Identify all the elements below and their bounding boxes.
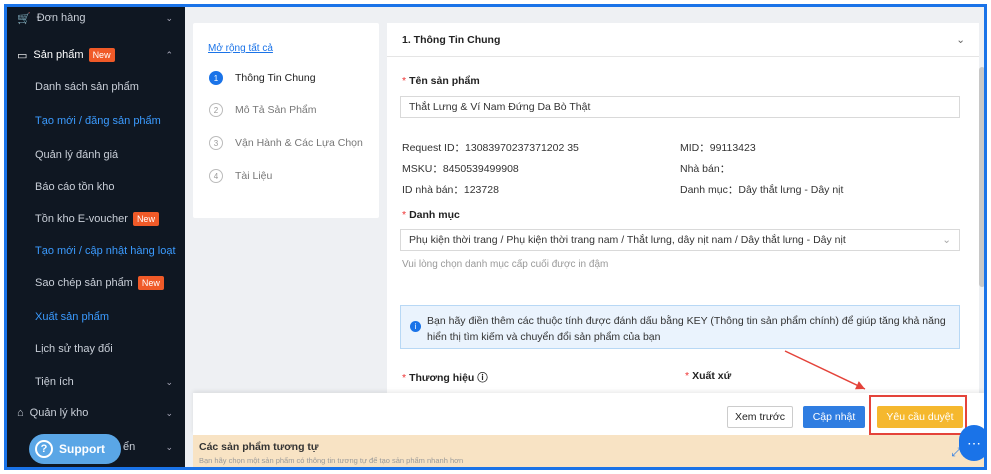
sidebar-item-orders[interactable]: 🛒 Đơn hàng ⌄ <box>7 7 185 29</box>
new-badge: New <box>132 212 159 226</box>
chevron-down-icon: ⌄ <box>165 12 173 23</box>
chevron-down-icon: ⌄ <box>165 376 173 387</box>
info-outline-icon: ⓘ <box>477 372 488 384</box>
section-title: 1. Thông Tin Chung <box>402 33 501 46</box>
info-icon: i <box>410 321 421 332</box>
preview-button[interactable]: Xem trước <box>727 406 793 428</box>
product-name-input[interactable]: Thắt Lưng & Ví Nam Đứng Da Bò Thật <box>400 96 960 118</box>
step-documents[interactable]: 4 Tài Liệu <box>209 169 272 183</box>
sidebar-item-label: Lịch sử thay đổi <box>35 343 113 355</box>
category-select[interactable]: Phụ kiện thời trang / Phụ kiện thời tran… <box>400 229 960 251</box>
scrollbar[interactable] <box>979 67 984 287</box>
step-label: Tài Liệu <box>235 170 273 182</box>
step-number: 3 <box>209 136 223 150</box>
expand-all-link[interactable]: Mở rộng tất cả <box>208 43 273 54</box>
step-number: 4 <box>209 169 223 183</box>
sidebar-item-label: Tiện ích <box>35 376 74 388</box>
support-button[interactable]: ? Support <box>29 434 121 464</box>
sidebar-item-reviews[interactable]: Quản lý đánh giá <box>7 141 185 169</box>
mid: MID：99113423 <box>680 142 756 154</box>
support-label: Support <box>59 442 105 456</box>
sidebar-item-inventory-report[interactable]: Báo cáo tồn kho <box>7 173 185 201</box>
similar-title: Các sản phẩm tương tự <box>199 441 319 453</box>
chevron-down-icon: ⌄ <box>956 33 965 46</box>
sidebar-item-create-product[interactable]: Tạo mới / đăng sản phẩm <box>7 107 185 135</box>
chevron-down-icon: ⌄ <box>165 441 173 452</box>
app-frame: 🛒 Đơn hàng ⌄ ▭ Sản phẩm New ⌃ Danh sách … <box>4 4 987 470</box>
sidebar-item-label: Quản lý đánh giá <box>35 149 119 161</box>
category-label: * Danh mục <box>402 209 460 221</box>
chevron-down-icon: ⌄ <box>165 407 173 418</box>
new-badge: New <box>137 276 164 290</box>
sidebar-item-change-history[interactable]: Lịch sử thay đổi <box>7 335 185 363</box>
seller-name: Nhà bán： <box>680 163 731 175</box>
sidebar-item-warehouse[interactable]: ⌂ Quản lý kho ⌄ <box>7 399 185 427</box>
step-general-info[interactable]: 1 Thông Tin Chung <box>209 71 316 85</box>
sidebar-item-utilities[interactable]: Tiện ích ⌄ <box>7 368 185 396</box>
step-description[interactable]: 2 Mô Tả Sản Phẩm <box>209 103 317 117</box>
sidebar-item-label: Xuất sản phẩm <box>35 311 109 323</box>
sidebar-item-label: Báo cáo tồn kho <box>35 181 115 193</box>
action-bar: Xem trước Cập nhật Yêu cầu duyệt <box>193 393 984 435</box>
sidebar-item-export-products[interactable]: Xuất sản phẩm <box>7 303 185 331</box>
new-badge: New <box>88 48 115 62</box>
chevron-down-icon: ⌄ <box>942 234 951 246</box>
sidebar-item-label: Sao chép sản phẩm <box>35 277 133 289</box>
step-number: 2 <box>209 103 223 117</box>
home-icon: ⌂ <box>17 407 24 419</box>
sidebar-item-label: Danh sách sản phẩm <box>35 81 139 93</box>
chat-icon[interactable]: ⋯ <box>959 425 984 461</box>
cart-icon: 🛒 <box>17 12 31 25</box>
similar-subtitle: Bạn hãy chọn một sản phẩm có thông tin t… <box>199 456 464 465</box>
chevron-up-icon: ⌃ <box>165 49 173 60</box>
section-header[interactable]: 1. Thông Tin Chung ⌄ <box>387 23 979 57</box>
sidebar-item-label: Quản lý kho <box>29 407 89 419</box>
form-panel: 1. Thông Tin Chung ⌄ * Tên sản phẩm Thắt … <box>387 23 979 403</box>
category-meta: Danh mục：Dây thắt lưng - Dây nịt <box>680 184 844 196</box>
sidebar-item-label: Tồn kho E-voucher <box>35 213 128 225</box>
product-name-label: * Tên sản phẩm <box>402 75 480 87</box>
info-text: Bạn hãy điền thêm các thuộc tính được đá… <box>427 315 946 343</box>
category-value: Phụ kiện thời trang / Phụ kiện thời tran… <box>409 234 846 246</box>
category-hint: Vui lòng chọn danh mục cấp cuối được in … <box>402 259 609 270</box>
sidebar-item-bulk-update[interactable]: Tạo mới / cập nhật hàng loạt <box>7 237 185 265</box>
sidebar-item-label: Tạo mới / cập nhật hàng loạt <box>35 245 176 257</box>
sidebar: 🛒 Đơn hàng ⌄ ▭ Sản phẩm New ⌃ Danh sách … <box>7 7 185 467</box>
sidebar-item-product-list[interactable]: Danh sách sản phẩm <box>7 73 185 101</box>
sidebar-item-products[interactable]: ▭ Sản phẩm New ⌃ <box>7 41 185 69</box>
sidebar-item-label: Đơn hàng <box>36 12 86 24</box>
sidebar-item-label: Sản phẩm <box>33 49 84 61</box>
step-operations[interactable]: 3 Vận Hành & Các Lựa Chọn <box>209 136 363 150</box>
question-icon: ? <box>35 440 53 458</box>
origin-label: * Xuất xứ <box>685 370 732 382</box>
highlight-box <box>869 395 967 435</box>
step-label: Vận Hành & Các Lựa Chọn <box>235 137 363 149</box>
sidebar-item-evoucher-stock[interactable]: Tồn kho E-voucher New <box>7 205 185 233</box>
brand-label: * Thương hiệu ⓘ <box>402 372 488 384</box>
update-button[interactable]: Cập nhật <box>803 406 865 428</box>
step-label: Thông Tin Chung <box>235 72 316 84</box>
sidebar-item-label: Tạo mới / đăng sản phẩm <box>35 115 161 127</box>
similar-products-bar[interactable]: Các sản phẩm tương tự Bạn hãy chọn một s… <box>193 435 984 467</box>
info-banner: i Bạn hãy điền thêm các thuộc tính được … <box>400 305 960 349</box>
sidebar-item-label: ển <box>123 441 136 453</box>
step-label: Mô Tả Sản Phẩm <box>235 104 317 116</box>
request-id: Request ID：13083970237371202 35 <box>402 142 579 154</box>
monitor-icon: ▭ <box>17 49 28 62</box>
seller-id: ID nhà bán：123728 <box>402 184 499 196</box>
msku: MSKU：8450539499908 <box>402 163 519 175</box>
steps-panel: Mở rộng tất cả 1 Thông Tin Chung 2 Mô Tả S… <box>193 23 379 218</box>
step-number: 1 <box>209 71 223 85</box>
sidebar-item-copy-product[interactable]: Sao chép sản phẩm New <box>7 269 185 297</box>
